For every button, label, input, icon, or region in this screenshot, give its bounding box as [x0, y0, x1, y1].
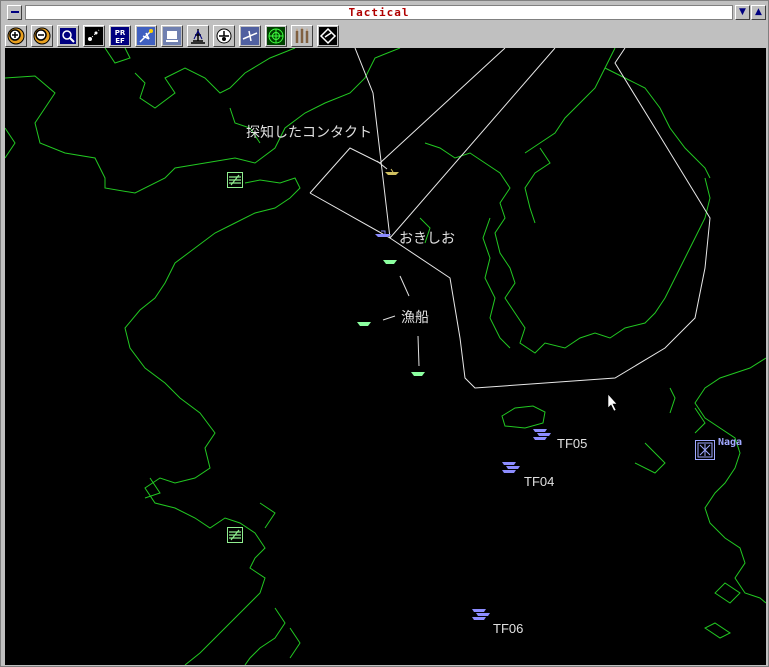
title-bar[interactable]: Tactical ▼ ▲	[3, 3, 766, 22]
radar-icon	[267, 27, 285, 45]
tf05-marker[interactable]	[533, 429, 551, 440]
aircraft-button[interactable]	[135, 25, 157, 47]
preferences-button[interactable]: PR EF	[109, 25, 131, 47]
tf06-label: TF06	[493, 621, 524, 636]
chevron-down-icon: ▼	[739, 7, 746, 17]
zoom-fit-button[interactable]	[57, 25, 79, 47]
boat-leader-line	[399, 275, 410, 297]
missile-icon	[295, 27, 309, 43]
svg-text:EF: EF	[115, 37, 125, 45]
boat-leader-line	[417, 335, 420, 367]
unit-layer	[357, 160, 618, 620]
tf04-label: TF04	[524, 474, 555, 489]
oki-shio-label: おきしお	[399, 231, 455, 247]
jet-icon	[241, 27, 259, 45]
fishing-boats-label: 漁船	[401, 310, 429, 326]
fishing-boat-1[interactable]	[383, 260, 397, 264]
title-area: Tactical	[25, 5, 733, 20]
tf06-marker[interactable]	[472, 609, 490, 620]
zoom-in-icon	[7, 27, 25, 45]
sensor-button[interactable]	[83, 25, 105, 47]
missile-button[interactable]	[291, 25, 313, 47]
zoom-fit-icon	[60, 28, 76, 44]
zoom-out-icon	[33, 27, 51, 45]
tactical-map[interactable]: 探知したコンタクト おきしお 漁船 TF05 TF04 TF06 Naga	[5, 48, 766, 665]
minimize-button[interactable]: ▼	[735, 5, 750, 20]
tf04-marker[interactable]	[502, 462, 520, 473]
submarine-button[interactable]	[213, 25, 235, 47]
oki-shio-marker[interactable]	[375, 230, 391, 237]
boat-leader-line	[382, 315, 396, 321]
helicopter-button[interactable]	[161, 25, 183, 47]
naga-label: Naga	[718, 437, 743, 448]
submarine-icon	[216, 28, 232, 44]
zoom-in-button[interactable]	[5, 25, 27, 47]
aircraft-icon	[137, 27, 155, 45]
waypoint-icon	[319, 27, 337, 45]
tf05-label: TF05	[557, 436, 588, 451]
fishing-boat-3[interactable]	[411, 372, 425, 376]
chevron-up-icon: ▲	[755, 7, 762, 17]
tactical-window: Tactical ▼ ▲ PR EF 探知したコンタクト おきしお 漁船 TF0…	[0, 0, 769, 667]
contact-leader-line	[376, 160, 388, 170]
contact-marker[interactable]	[385, 168, 399, 175]
ship-button[interactable]	[187, 25, 209, 47]
window-title: Tactical	[348, 6, 410, 19]
svg-text:PR: PR	[115, 29, 126, 37]
radar-button[interactable]	[265, 25, 287, 47]
sensor-icon	[85, 27, 103, 45]
pref-icon: PREF	[111, 27, 129, 45]
toolbar: PR EF	[5, 23, 766, 48]
fishing-boat-2[interactable]	[357, 322, 371, 326]
maximize-button[interactable]: ▲	[751, 5, 766, 20]
mouse-cursor-icon	[607, 393, 618, 412]
contact-label: 探知したコンタクト	[246, 125, 372, 141]
jet-button[interactable]	[239, 25, 261, 47]
helicopter-icon	[163, 27, 181, 45]
waypoint-button[interactable]	[317, 25, 339, 47]
zoom-out-button[interactable]	[31, 25, 53, 47]
system-menu-button[interactable]	[7, 5, 22, 20]
ship-icon	[191, 29, 205, 44]
